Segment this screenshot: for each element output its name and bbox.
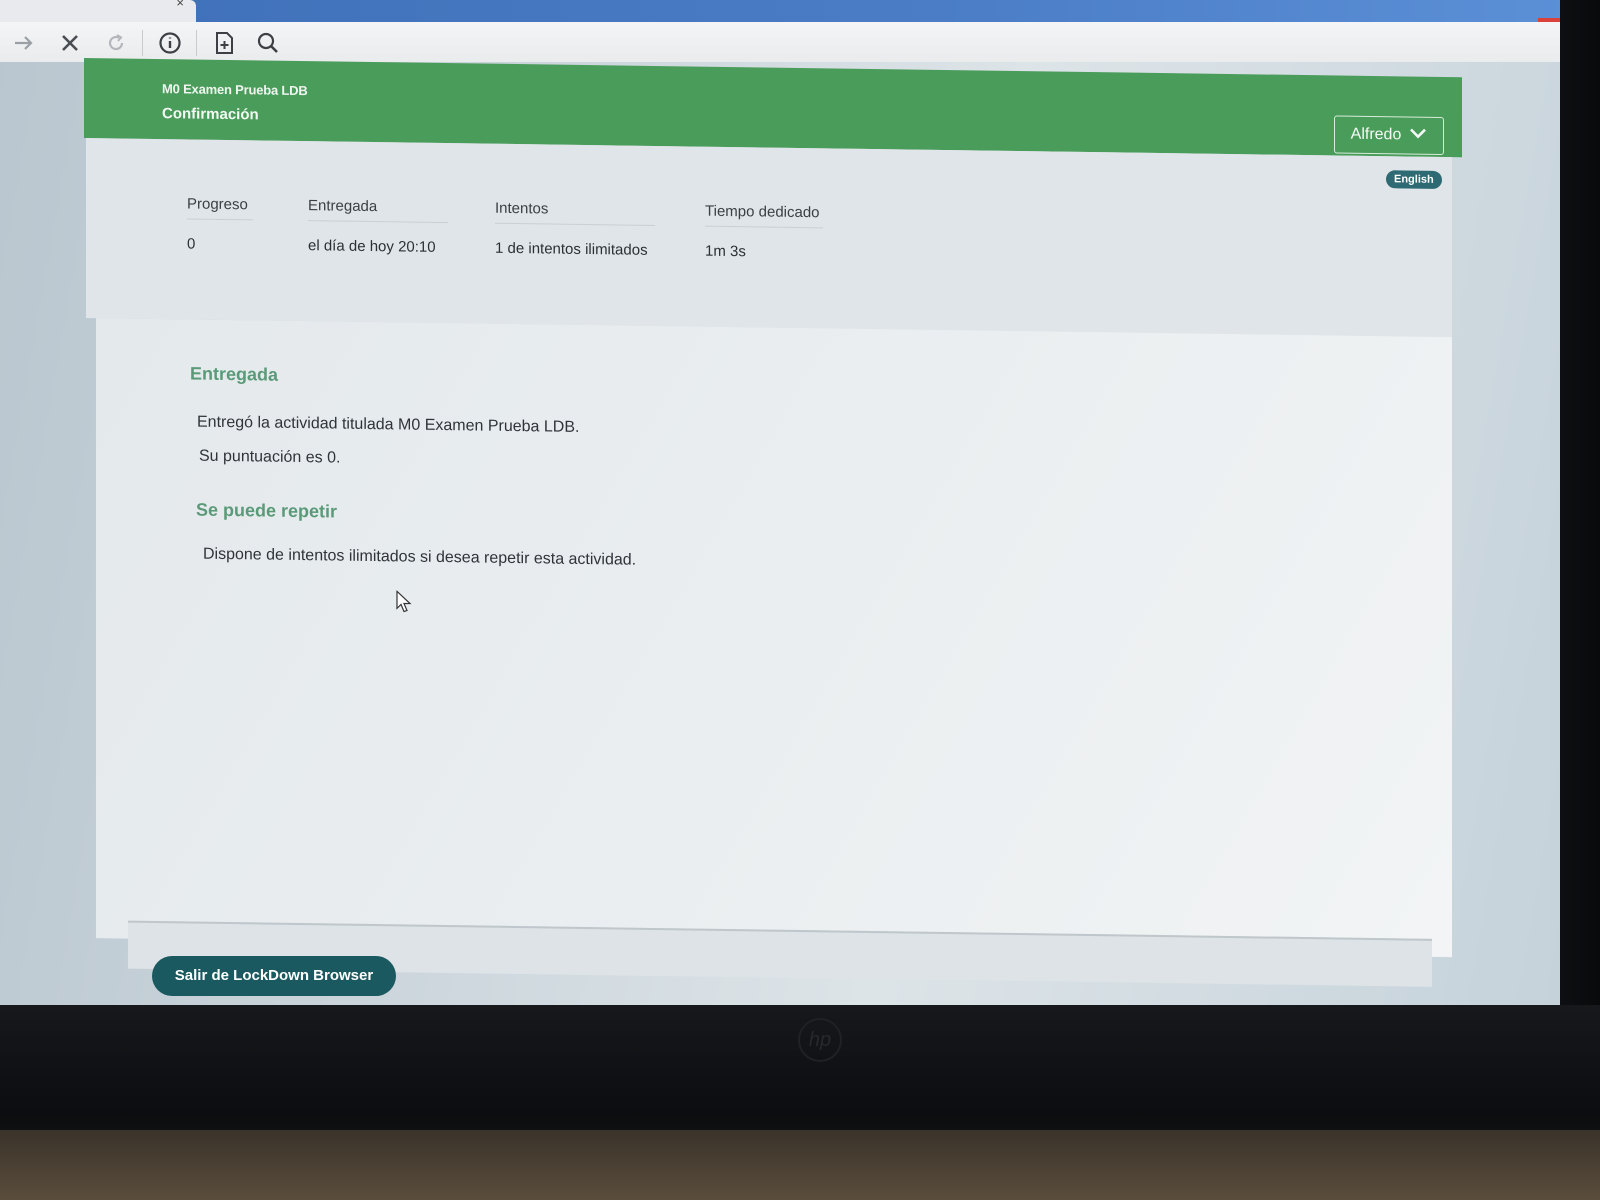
stat-value: 1m 3s <box>705 242 746 261</box>
chevron-down-icon <box>1409 127 1427 145</box>
browser-tab[interactable]: × <box>0 0 196 22</box>
tab-close-icon[interactable]: × <box>176 0 184 9</box>
search-icon[interactable] <box>254 30 282 56</box>
exit-lockdown-browser-button[interactable]: Salir de LockDown Browser <box>152 956 396 996</box>
stat-value: 1 de intentos ilimitados <box>495 239 648 259</box>
stat-attempts: Intentos 1 de intentos ilimitados <box>495 199 655 259</box>
attempt-summary: English Progreso 0 Entregada el día de h… <box>86 138 1452 338</box>
submitted-message: Entregó la actividad titulada M0 Examen … <box>197 413 580 436</box>
browser-toolbar <box>0 22 1568 62</box>
toolbar-divider <box>196 30 197 56</box>
stat-label: Entregada <box>308 197 448 224</box>
add-page-icon[interactable] <box>210 30 238 56</box>
submitted-heading: Entregada <box>190 363 279 385</box>
language-button[interactable]: English <box>1386 170 1442 189</box>
stat-label: Tiempo dedicado <box>705 202 823 229</box>
reload-icon[interactable] <box>102 30 130 56</box>
confirmation-content: Entregada Entregó la actividad titulada … <box>96 318 1452 958</box>
close-icon[interactable] <box>56 30 84 56</box>
stat-value: 0 <box>187 235 196 253</box>
repeat-heading: Se puede repetir <box>196 499 338 522</box>
stat-progress: Progreso 0 <box>187 195 253 253</box>
repeat-message: Dispone de intentos ilimitados si desea … <box>203 545 637 569</box>
stat-label: Progreso <box>187 195 253 221</box>
stat-submitted: Entregada el día de hoy 20:10 <box>308 197 448 256</box>
info-icon[interactable] <box>156 30 184 56</box>
score-message: Su puntuación es 0. <box>199 447 341 467</box>
user-menu-button[interactable]: Alfredo <box>1334 115 1444 155</box>
screen: × × M0 Examen Prueba LDB Confirmación <box>0 0 1568 1012</box>
bezel-right <box>1560 0 1600 1020</box>
arrow-right-icon[interactable] <box>10 30 38 56</box>
toolbar-divider <box>142 30 143 56</box>
mouse-pointer-icon <box>396 589 412 617</box>
user-name: Alfredo <box>1350 125 1402 144</box>
hp-logo: hp <box>798 1018 842 1062</box>
course-name: M0 Examen Prueba LDB <box>162 81 308 99</box>
desk-surface <box>0 1130 1600 1200</box>
stat-value: el día de hoy 20:10 <box>308 237 436 256</box>
quiz-confirmation-page: M0 Examen Prueba LDB Confirmación Alfred… <box>84 58 1464 987</box>
page-title: Confirmación <box>162 105 259 124</box>
tab-bar: × <box>0 0 1568 22</box>
stat-time-spent: Tiempo dedicado 1m 3s <box>705 202 823 262</box>
stat-label: Intentos <box>495 199 655 226</box>
